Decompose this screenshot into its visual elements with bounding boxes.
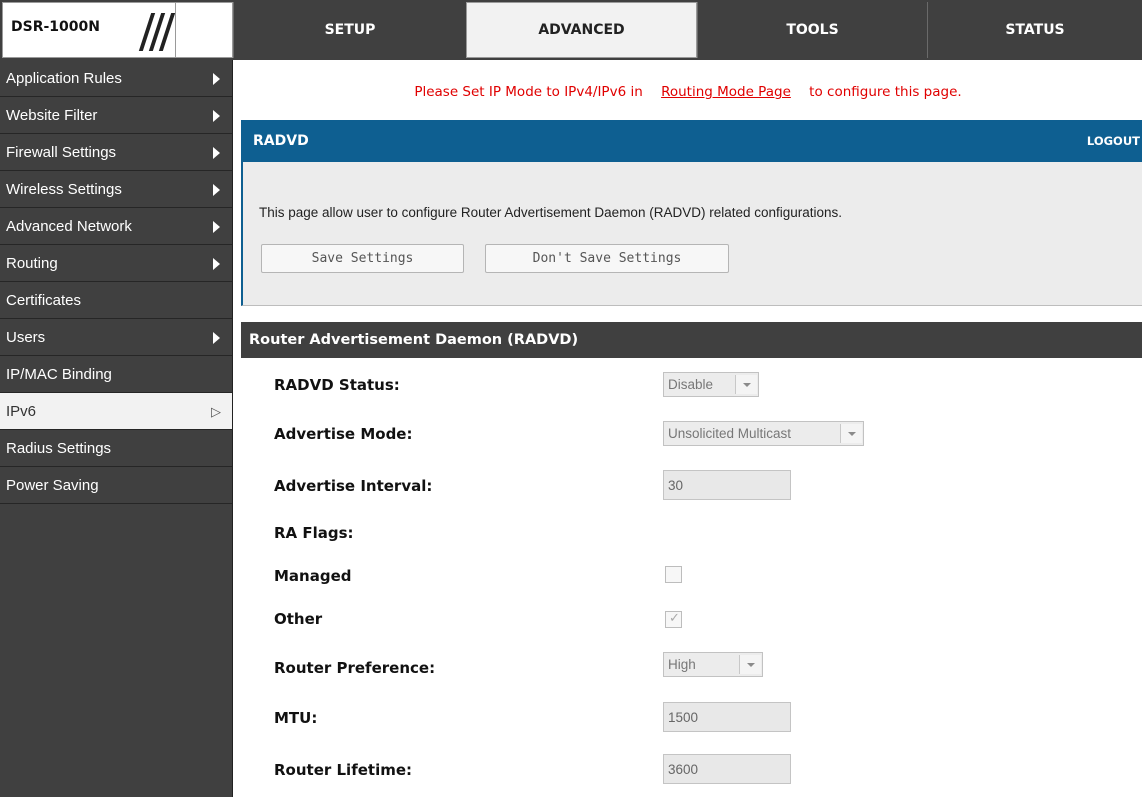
advertise-interval-label: Advertise Interval: [274, 477, 433, 495]
notice-text: Please Set IP Mode to IPv4/IPv6 in [414, 84, 643, 100]
chevron-down-icon [735, 375, 757, 394]
other-checkbox[interactable] [665, 611, 682, 628]
mtu-input[interactable]: 1500 [663, 702, 791, 732]
chevron-down-icon [840, 424, 862, 443]
sidebar-item-label: Advanced Network [6, 217, 132, 235]
select-value: Disable [668, 377, 714, 392]
chevron-right-icon [213, 332, 220, 344]
sidebar-item-ip-mac-binding[interactable]: IP/MAC Binding [0, 356, 232, 393]
sidebar: Application Rules Website Filter Firewal… [0, 60, 233, 797]
tab-advanced[interactable]: ADVANCED [466, 2, 697, 58]
sidebar-item-power-saving[interactable]: Power Saving [0, 467, 232, 504]
sidebar-item-website-filter[interactable]: Website Filter [0, 97, 232, 134]
chevron-right-outline-icon: ▷ [211, 404, 221, 419]
chevron-right-icon [213, 73, 220, 85]
notice-text: to configure this page. [809, 84, 962, 100]
sidebar-item-label: IPv6 [6, 402, 37, 420]
other-label: Other [274, 610, 323, 628]
chevron-right-icon [213, 221, 220, 233]
sidebar-item-label: Certificates [6, 291, 82, 309]
section-header: Router Advertisement Daemon (RADVD) [241, 322, 1142, 358]
tab-setup[interactable]: SETUP [233, 2, 466, 58]
sidebar-item-application-rules[interactable]: Application Rules [0, 60, 232, 97]
model-name: DSR-1000N [11, 19, 100, 35]
save-settings-button[interactable]: Save Settings [261, 244, 464, 273]
radvd-status-label: RADVD Status: [274, 376, 400, 394]
tab-tools[interactable]: TOOLS [697, 2, 927, 58]
sidebar-item-label: Website Filter [6, 106, 98, 124]
advertise-mode-label: Advertise Mode: [274, 425, 413, 443]
select-value: Unsolicited Multicast [668, 426, 792, 441]
router-lifetime-label: Router Lifetime: [274, 761, 413, 779]
tab-status[interactable]: STATUS [927, 2, 1142, 58]
sidebar-item-wireless-settings[interactable]: Wireless Settings [0, 171, 232, 208]
chevron-down-icon [739, 655, 761, 674]
sidebar-item-routing[interactable]: Routing [0, 245, 232, 282]
logo-divider [175, 3, 176, 57]
sidebar-item-users[interactable]: Users [0, 319, 232, 356]
managed-checkbox[interactable] [665, 566, 682, 583]
sidebar-item-label: Users [6, 328, 46, 346]
sidebar-item-label: Wireless Settings [6, 180, 122, 198]
radvd-panel-header: RADVD LOGOUT [243, 120, 1142, 162]
ra-flags-label: RA Flags: [274, 524, 354, 542]
sidebar-item-label: Radius Settings [6, 439, 112, 457]
ip-mode-notice: Please Set IP Mode to IPv4/IPv6 in Routi… [234, 84, 1142, 100]
page-description: This page allow user to configure Router… [259, 205, 843, 220]
chevron-right-icon [213, 110, 220, 122]
sidebar-item-label: Routing [6, 254, 58, 272]
sidebar-item-certificates[interactable]: Certificates [0, 282, 232, 319]
sidebar-item-firewall-settings[interactable]: Firewall Settings [0, 134, 232, 171]
sidebar-item-label: Firewall Settings [6, 143, 117, 161]
radvd-panel: RADVD LOGOUT This page allow user to con… [241, 120, 1142, 306]
sidebar-item-radius-settings[interactable]: Radius Settings [0, 430, 232, 467]
panel-title: RADVD [253, 133, 309, 149]
advertise-interval-input[interactable]: 30 [663, 470, 791, 500]
sidebar-item-label: Power Saving [6, 476, 99, 494]
chevron-right-icon [213, 184, 220, 196]
chevron-right-icon [213, 258, 220, 270]
logout-link[interactable]: LOGOUT [1087, 134, 1140, 148]
top-navigation-bar: DSR-1000N SETUP ADVANCED TOOLS STATUS [0, 0, 1142, 60]
mtu-label: MTU: [274, 709, 318, 727]
select-value: High [668, 657, 696, 672]
advertise-mode-select[interactable]: Unsolicited Multicast [663, 421, 864, 446]
sidebar-item-label: Application Rules [6, 69, 122, 87]
radvd-status-select[interactable]: Disable [663, 372, 759, 397]
dont-save-settings-button[interactable]: Don't Save Settings [485, 244, 729, 273]
managed-label: Managed [274, 567, 352, 585]
router-lifetime-input[interactable]: 3600 [663, 754, 791, 784]
chevron-right-icon [213, 147, 220, 159]
sidebar-item-advanced-network[interactable]: Advanced Network [0, 208, 232, 245]
sidebar-item-ipv6[interactable]: IPv6 ▷ [0, 393, 232, 430]
product-logo: DSR-1000N [2, 2, 233, 58]
router-preference-select[interactable]: High [663, 652, 763, 677]
routing-mode-page-link[interactable]: Routing Mode Page [661, 84, 791, 100]
router-preference-label: Router Preference: [274, 659, 436, 677]
sidebar-item-label: IP/MAC Binding [6, 365, 112, 383]
